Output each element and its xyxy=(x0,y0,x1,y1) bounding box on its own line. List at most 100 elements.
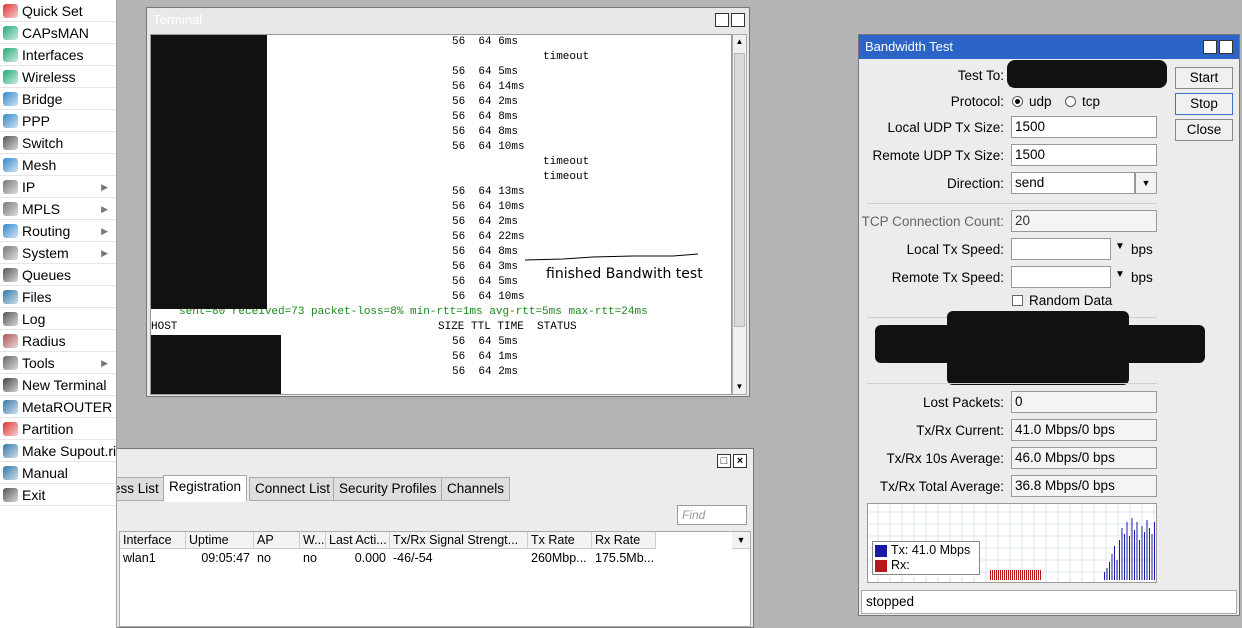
table-cell[interactable]: 09:05:47 xyxy=(186,550,254,567)
terminal-scrollbar[interactable]: ▲ ▼ xyxy=(732,34,747,395)
local-tx-speed-input[interactable] xyxy=(1011,238,1111,260)
terminal-titlebar[interactable]: Terminal □ × xyxy=(147,8,749,32)
lost-packets-label: Lost Packets: xyxy=(922,395,1004,410)
menu-item-wireless[interactable]: Wireless xyxy=(0,66,116,88)
bandwidth-test-titlebar[interactable]: Bandwidth Test □ × xyxy=(859,35,1239,59)
menu-item-queues[interactable]: Queues xyxy=(0,264,116,286)
wireless-icon xyxy=(3,70,18,84)
rx-bar xyxy=(1004,570,1005,580)
tx-bar xyxy=(1151,534,1153,580)
menu-item-log[interactable]: Log xyxy=(0,308,116,330)
direction-select[interactable]: send xyxy=(1011,172,1135,194)
remote-udp-size-input[interactable]: 1500 xyxy=(1011,144,1157,166)
column-header[interactable]: AP xyxy=(254,532,300,549)
tx-bar xyxy=(1139,540,1140,580)
menu-item-label: MPLS xyxy=(22,201,61,217)
menu-item-label: Tools xyxy=(22,355,55,371)
rx-bar xyxy=(992,570,993,580)
menu-item-routing[interactable]: Routing ▶ xyxy=(0,220,116,242)
random-data-checkbox[interactable] xyxy=(1012,295,1023,306)
maximize-icon[interactable]: □ xyxy=(715,13,729,27)
table-cell[interactable]: no xyxy=(300,550,326,567)
wireless-titlebar[interactable]: □ × xyxy=(111,449,753,473)
rx-bar xyxy=(994,570,995,580)
table-cell[interactable]: 260Mbp... xyxy=(528,550,592,567)
scroll-up-icon[interactable]: ▲ xyxy=(733,35,746,49)
ping-reply-line: 56 64 10ms xyxy=(452,141,525,153)
close-icon[interactable]: × xyxy=(731,13,745,27)
table-cell[interactable]: 175.5Mb... xyxy=(592,550,656,567)
menu-item-label: Routing xyxy=(22,223,71,239)
menu-item-exit[interactable]: Exit xyxy=(0,484,116,506)
bandwidth-test-window: Bandwidth Test □ × Start Stop Close Test… xyxy=(858,34,1240,616)
column-header[interactable]: Last Acti... xyxy=(326,532,390,549)
menu-item-tools[interactable]: Tools ▶ xyxy=(0,352,116,374)
menu-item-capsman[interactable]: CAPsMAN xyxy=(0,22,116,44)
menu-item-system[interactable]: System ▶ xyxy=(0,242,116,264)
close-icon[interactable]: × xyxy=(733,454,747,468)
tcp-connection-count-input[interactable]: 20 xyxy=(1011,210,1157,232)
tx-rx-10s-average-value: 46.0 Mbps/0 bps xyxy=(1011,447,1157,469)
ping-reply-line: 56 64 5ms xyxy=(452,66,519,78)
close-button[interactable]: Close xyxy=(1175,119,1233,141)
table-cell[interactable]: 0.000 xyxy=(326,550,390,567)
menu-item-partition[interactable]: Partition xyxy=(0,418,116,440)
menu-item-mpls[interactable]: MPLS ▶ xyxy=(0,198,116,220)
column-header[interactable]: Tx/Rx Signal Strengt... xyxy=(390,532,528,549)
local-udp-size-input[interactable]: 1500 xyxy=(1011,116,1157,138)
local-tx-speed-dropdown-icon[interactable]: ▼ xyxy=(1115,241,1125,252)
tab-channels[interactable]: Channels xyxy=(441,477,511,501)
close-icon[interactable]: × xyxy=(1219,40,1233,54)
column-header[interactable]: Tx Rate xyxy=(528,532,592,549)
menu-item-new-terminal[interactable]: New Terminal xyxy=(0,374,116,396)
menu-item-metarouter[interactable]: MetaROUTER xyxy=(0,396,116,418)
tab-security-profiles[interactable]: Security Profiles xyxy=(333,477,443,501)
bandwidth-test-title: Bandwidth Test xyxy=(865,39,953,54)
table-cell[interactable]: no xyxy=(254,550,300,567)
column-header[interactable]: Uptime xyxy=(186,532,254,549)
terminal-window: Terminal □ × 56 64 6ms timeout 56 64 5ms 56… xyxy=(146,7,750,397)
scroll-thumb[interactable] xyxy=(734,53,745,327)
menu-item-interfaces[interactable]: Interfaces xyxy=(0,44,116,66)
column-header[interactable]: W... xyxy=(300,532,326,549)
menu-item-ppp[interactable]: PPP xyxy=(0,110,116,132)
wireless-tabs: ess List Registration Connect List Security… xyxy=(107,475,751,502)
maximize-icon[interactable]: □ xyxy=(717,454,731,468)
scroll-down-icon[interactable]: ▼ xyxy=(733,380,746,394)
tx-bar xyxy=(1104,572,1105,580)
queues-icon xyxy=(3,268,18,282)
menu-item-ip[interactable]: IP ▶ xyxy=(0,176,116,198)
table-cell[interactable]: wlan1 xyxy=(120,550,186,567)
menu-item-mesh[interactable]: Mesh xyxy=(0,154,116,176)
menu-item-switch[interactable]: Switch xyxy=(0,132,116,154)
menu-item-radius[interactable]: Radius xyxy=(0,330,116,352)
protocol-tcp-radio[interactable] xyxy=(1065,96,1076,107)
menu-item-quick-set[interactable]: Quick Set xyxy=(0,0,116,22)
tx-bar xyxy=(1106,568,1108,580)
tx-rx-total-average-value: 36.8 Mbps/0 bps xyxy=(1011,475,1157,497)
start-button[interactable]: Start xyxy=(1175,67,1233,89)
protocol-udp-radio[interactable] xyxy=(1012,96,1023,107)
column-header[interactable]: Rx Rate xyxy=(592,532,656,549)
remote-tx-speed-input[interactable] xyxy=(1011,266,1111,288)
menu-item-make-supout-rif[interactable]: Make Supout.rif xyxy=(0,440,116,462)
remote-tx-speed-dropdown-icon[interactable]: ▼ xyxy=(1115,269,1125,280)
menu-item-files[interactable]: Files xyxy=(0,286,116,308)
random-data-label: Random Data xyxy=(1029,293,1113,308)
find-input[interactable]: Find xyxy=(677,505,747,525)
rx-bar xyxy=(1018,570,1019,580)
ping-reply-line: 56 64 2ms xyxy=(452,96,519,108)
protocol-label: Protocol: xyxy=(950,94,1004,109)
maximize-icon[interactable]: □ xyxy=(1203,40,1217,54)
direction-dropdown-icon[interactable]: ▼ xyxy=(1135,172,1157,194)
menu-item-bridge[interactable]: Bridge xyxy=(0,88,116,110)
tab-registration[interactable]: Registration xyxy=(163,475,248,502)
stop-button[interactable]: Stop xyxy=(1175,93,1233,115)
columns-dropdown-icon[interactable]: ▼ xyxy=(732,532,750,549)
tab-connect-list[interactable]: Connect List xyxy=(249,477,337,501)
tx-bar xyxy=(1134,530,1135,580)
column-header[interactable]: Interface xyxy=(120,532,186,549)
menu-item-manual[interactable]: Manual xyxy=(0,462,116,484)
terminal-output[interactable]: 56 64 6ms timeout 56 64 5ms 56 64 14ms 56 64… xyxy=(150,34,732,395)
table-cell[interactable]: -46/-54 xyxy=(390,550,528,567)
